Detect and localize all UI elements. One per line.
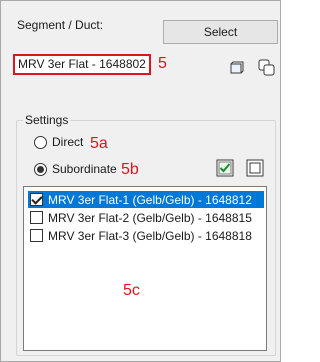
list-item-label: MRV 3er Flat-1 (Gelb/Gelb) - 1648812 [48, 192, 252, 207]
radio-direct[interactable]: Direct [34, 135, 83, 149]
annotation-5b: 5b [121, 161, 139, 178]
annotation-5: 5 [158, 55, 167, 72]
square-outline-icon [230, 61, 244, 74]
radio-subordinate-circle[interactable] [34, 162, 47, 176]
stacked-squares-icon [258, 59, 275, 76]
radio-subordinate-label: Subordinate [52, 162, 117, 176]
list-item-checkbox[interactable] [30, 211, 43, 224]
select-button[interactable]: Select [163, 20, 278, 44]
radio-direct-label: Direct [52, 135, 84, 149]
check-all-button[interactable] [214, 157, 236, 179]
list-item-label: MRV 3er Flat-3 (Gelb/Gelb) - 1648818 [48, 228, 252, 243]
copy-multi-button[interactable] [256, 57, 278, 79]
annotation-5c: 5c [123, 282, 140, 299]
list-item[interactable]: MRV 3er Flat-1 (Gelb/Gelb) - 1648812 [28, 191, 264, 208]
uncheck-all-icon [246, 159, 264, 177]
list-item[interactable]: MRV 3er Flat-3 (Gelb/Gelb) - 1648818 [28, 227, 264, 244]
list-item[interactable]: MRV 3er Flat-2 (Gelb/Gelb) - 1648815 [28, 209, 264, 226]
annotation-5a: 5a [90, 135, 108, 152]
list-item-checkbox[interactable] [30, 229, 43, 242]
copy-single-button[interactable] [225, 57, 247, 79]
uncheck-all-button[interactable] [244, 157, 266, 179]
segment-value: MRV 3er Flat - 1648802 [13, 54, 151, 75]
segment-duct-label: Segment / Duct: [17, 18, 104, 32]
segment-listbox[interactable]: MRV 3er Flat-1 (Gelb/Gelb) - 1648812 MRV … [23, 186, 267, 351]
radio-subordinate[interactable]: Subordinate [34, 162, 117, 176]
settings-title: Settings [23, 113, 71, 127]
check-all-icon [216, 159, 234, 177]
list-item-checkbox[interactable] [30, 193, 43, 206]
radio-direct-circle[interactable] [34, 135, 47, 149]
segment-settings-panel: Segment / Duct: Select MRV 3er Flat - 16… [0, 0, 281, 362]
list-item-label: MRV 3er Flat-2 (Gelb/Gelb) - 1648815 [48, 210, 252, 225]
